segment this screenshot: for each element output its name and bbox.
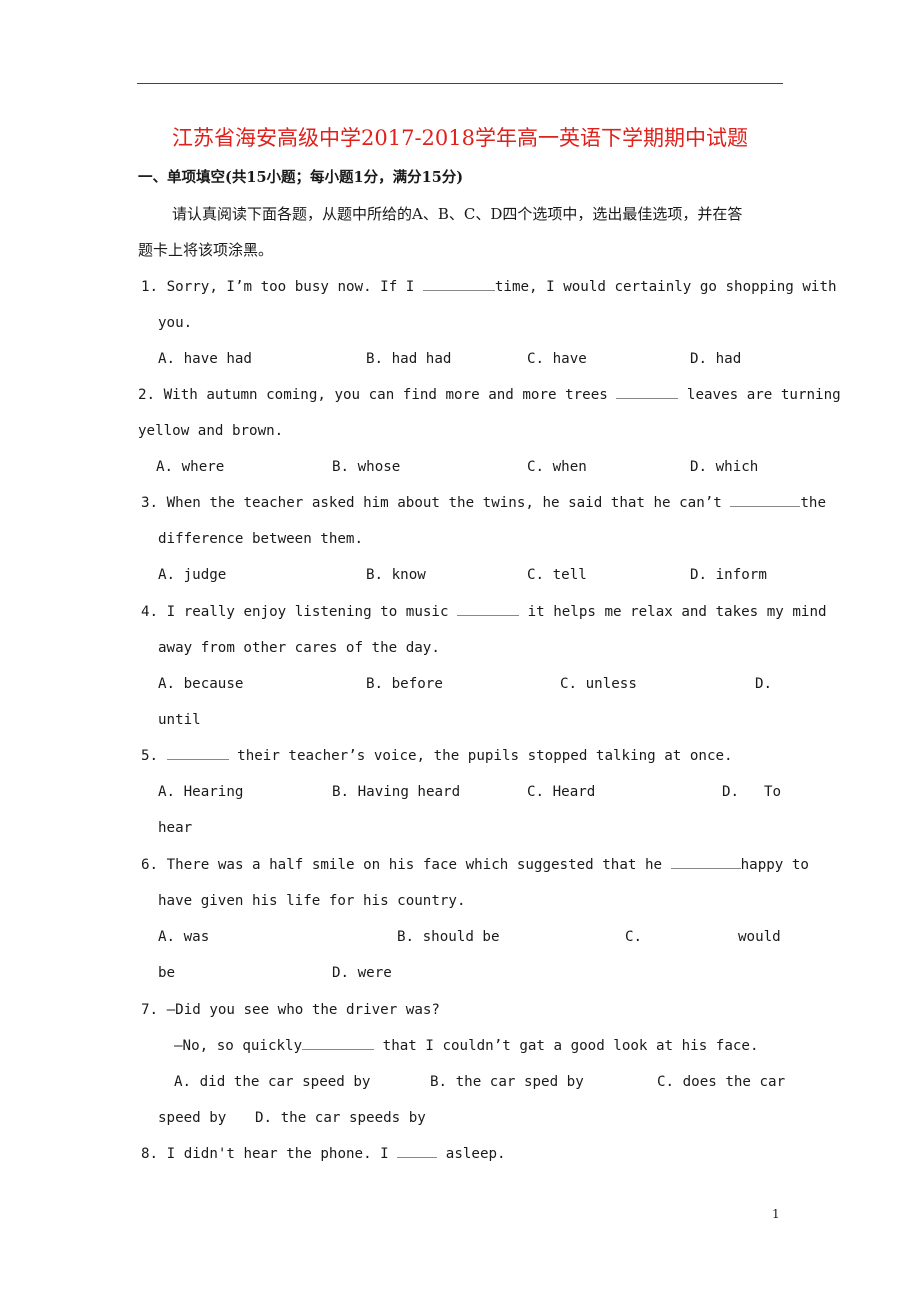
option-b[interactable]: B. whose xyxy=(332,457,400,477)
question-1-continued: you. xyxy=(158,315,193,331)
answer-blank xyxy=(730,494,801,507)
question-text: asleep. xyxy=(437,1146,506,1162)
question-text: There was a half smile on his face which… xyxy=(166,857,671,873)
option-b[interactable]: B. before xyxy=(366,674,443,694)
question-text: it helps me relax and takes my mind xyxy=(519,604,827,620)
question-2-continued: yellow and brown. xyxy=(138,423,284,439)
section-heading: 一、单项填空(共15小题；每小题1分，满分15分) xyxy=(138,169,464,186)
question-1: 1. Sorry, I’m too busy now. If I time, I… xyxy=(141,277,837,297)
option-a[interactable]: A. judge xyxy=(158,565,226,585)
option-a[interactable]: A. because xyxy=(158,674,243,694)
option-d[interactable]: D. xyxy=(722,782,739,802)
option-b[interactable]: B. know xyxy=(366,565,426,585)
question-6-continued: have given his life for his country. xyxy=(158,893,466,909)
option-c[interactable]: C. tell xyxy=(527,565,587,585)
answer-blank xyxy=(302,1037,375,1050)
question-text: —Did you see who the driver was? xyxy=(166,1002,440,1018)
option-c[interactable]: C. when xyxy=(527,457,587,477)
question-7: 7. —Did you see who the driver was? xyxy=(141,1000,440,1020)
question-number: 7. xyxy=(141,1002,159,1018)
question-text: the xyxy=(800,495,827,511)
question-3-continued: difference between them. xyxy=(158,531,363,547)
option-d-text[interactable]: until xyxy=(158,710,201,730)
instructions-line-1: 请认真阅读下面各题，从题中所给的A、B、C、D四个选项中，选出最佳选项，并在答 xyxy=(172,205,743,223)
question-text: their teacher’s voice, the pupils stoppe… xyxy=(228,748,733,764)
question-number: 6. xyxy=(141,857,159,873)
option-a[interactable]: A. have had xyxy=(158,349,252,369)
option-a[interactable]: A. was xyxy=(158,927,209,947)
option-c[interactable]: C. Heard xyxy=(527,782,595,802)
question-5: 5. their teacher’s voice, the pupils sto… xyxy=(141,746,733,766)
option-d-word[interactable]: To xyxy=(764,782,781,802)
question-text: leaves are turning xyxy=(678,387,841,403)
question-8: 8. I didn't hear the phone. I asleep. xyxy=(141,1144,506,1164)
question-text: I didn't hear the phone. I xyxy=(166,1146,398,1162)
question-text: time, I would certainly go shopping with xyxy=(494,279,837,295)
option-b[interactable]: B. should be xyxy=(397,927,500,947)
option-d[interactable]: D. inform xyxy=(690,565,767,585)
option-a[interactable]: A. did the car speed by xyxy=(174,1072,370,1092)
question-4-continued: away from other cares of the day. xyxy=(158,640,440,656)
answer-blank xyxy=(457,603,520,616)
header-rule xyxy=(137,83,783,84)
option-b[interactable]: B. the car sped by xyxy=(430,1072,584,1092)
question-2: 2. With autumn coming, you can find more… xyxy=(138,385,841,405)
option-d[interactable]: D. xyxy=(755,674,772,694)
instructions-line-2: 题卡上将该项涂黑。 xyxy=(138,241,274,259)
question-text: happy to xyxy=(740,857,809,873)
option-c-word[interactable]: would xyxy=(738,927,781,947)
option-b[interactable]: B. Having heard xyxy=(332,782,460,802)
question-6: 6. There was a half smile on his face wh… xyxy=(141,855,809,875)
option-c[interactable]: C. unless xyxy=(560,674,637,694)
option-c[interactable]: C. does the car xyxy=(657,1072,785,1092)
question-number: 5. xyxy=(141,748,159,764)
answer-blank xyxy=(166,747,229,760)
option-d[interactable]: D. which xyxy=(690,457,758,477)
question-text: —No, so quickly xyxy=(174,1038,303,1054)
question-number: 2. xyxy=(138,387,156,403)
question-text: Sorry, I’m too busy now. If I xyxy=(166,279,423,295)
question-3: 3. When the teacher asked him about the … xyxy=(141,493,826,513)
document-title: 江苏省海安高级中学2017-2018学年高一英语下学期期中试题 xyxy=(172,126,748,150)
answer-blank xyxy=(422,278,495,291)
question-number: 4. xyxy=(141,604,159,620)
question-text: When the teacher asked him about the twi… xyxy=(166,495,731,511)
option-a[interactable]: A. Hearing xyxy=(158,782,243,802)
answer-blank xyxy=(670,856,741,869)
question-text: that I couldn’t gat a good look at his f… xyxy=(374,1038,759,1054)
question-text: With autumn coming, you can find more an… xyxy=(163,387,617,403)
option-c[interactable]: C. xyxy=(625,927,642,947)
option-d[interactable]: D. had xyxy=(690,349,741,369)
question-number: 1. xyxy=(141,279,159,295)
question-number: 3. xyxy=(141,495,159,511)
option-b[interactable]: B. had had xyxy=(366,349,451,369)
answer-blank xyxy=(397,1145,438,1158)
question-text: I really enjoy listening to music xyxy=(166,604,458,620)
option-a[interactable]: A. where xyxy=(156,457,224,477)
question-4: 4. I really enjoy listening to music it … xyxy=(141,602,827,622)
option-c-text[interactable]: be xyxy=(158,963,175,983)
question-number: 8. xyxy=(141,1146,159,1162)
question-7-reply: —No, so quickly that I couldn’t gat a go… xyxy=(174,1036,759,1056)
option-d[interactable]: D. were xyxy=(332,963,392,983)
option-d-text[interactable]: hear xyxy=(158,818,192,838)
option-d[interactable]: D. the car speeds by xyxy=(255,1108,426,1128)
answer-blank xyxy=(616,386,679,399)
page-number: 1 xyxy=(772,1207,780,1221)
option-c[interactable]: C. have xyxy=(527,349,587,369)
option-c-text[interactable]: speed by xyxy=(158,1108,226,1128)
